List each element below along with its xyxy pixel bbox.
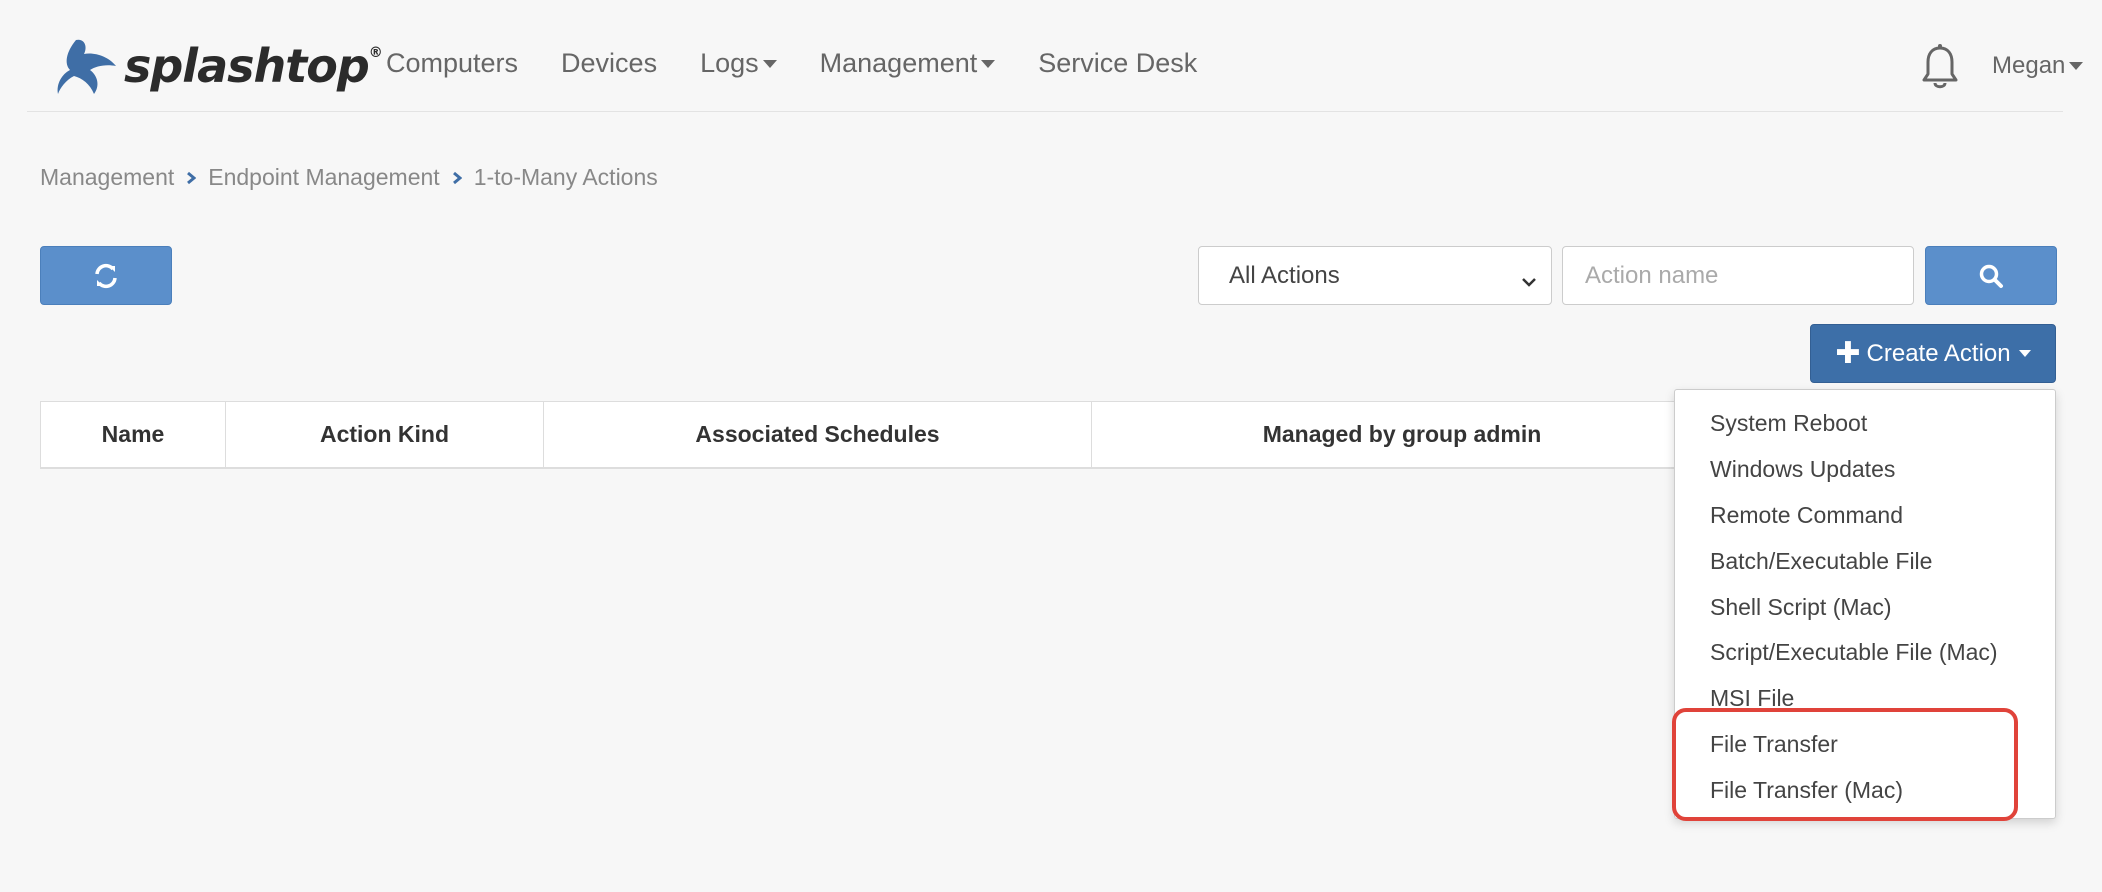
main-nav: Computers Devices Logs Management Servic… [386, 48, 1240, 79]
action-filter-select[interactable]: All Actions [1198, 246, 1552, 305]
nav-item-logs[interactable]: Logs [700, 48, 777, 79]
brand-name: splashtop® [124, 39, 383, 93]
top-navbar: splashtop® Computers Devices Logs Manage… [27, 0, 2084, 112]
menu-item-system-reboot[interactable]: System Reboot [1675, 401, 2055, 447]
create-action-button[interactable]: ✚ Create Action [1810, 324, 2056, 383]
nav-label: Computers [386, 48, 519, 78]
nav-label: Management [819, 48, 978, 78]
user-name: Megan [1992, 52, 2066, 79]
caret-down-icon [762, 59, 777, 68]
breadcrumb-item-endpoint-management[interactable]: Endpoint Management [208, 164, 439, 191]
refresh-icon [95, 263, 117, 288]
search-icon [1979, 264, 2003, 288]
nav-item-computers[interactable]: Computers [386, 48, 518, 79]
nav-label: Logs [700, 48, 759, 78]
menu-item-shell-script-mac[interactable]: Shell Script (Mac) [1675, 584, 2055, 630]
search-button[interactable] [1925, 246, 2057, 305]
notifications-button[interactable] [1921, 44, 1959, 95]
caret-down-icon [2018, 350, 2031, 357]
chevron-down-icon [1521, 267, 1537, 295]
brand-registered-mark: ® [368, 45, 383, 61]
nav-label: Devices [561, 48, 658, 78]
breadcrumb-item-management[interactable]: Management [40, 164, 174, 191]
column-header-managed-by-group-admin[interactable]: Managed by group admin [1092, 402, 1712, 467]
brand-logo[interactable]: splashtop® [54, 36, 383, 96]
action-filter-value: All Actions [1229, 261, 1340, 289]
menu-item-file-transfer-mac[interactable]: File Transfer (Mac) [1675, 767, 2055, 813]
breadcrumb-item-current: 1-to-Many Actions [473, 164, 658, 190]
menu-item-msi-file[interactable]: MSI File [1675, 676, 2055, 722]
menu-item-script-executable-file-mac[interactable]: Script/Executable File (Mac) [1675, 630, 2055, 676]
create-action-menu: System Reboot Windows Updates Remote Com… [1674, 389, 2056, 819]
nav-label: Service Desk [1038, 48, 1198, 78]
splashtop-logo-icon [57, 39, 116, 94]
menu-item-file-transfer[interactable]: File Transfer [1675, 722, 2055, 768]
caret-down-icon [981, 59, 996, 68]
column-header-action-kind[interactable]: Action Kind [226, 402, 544, 467]
nav-item-management[interactable]: Management [820, 48, 996, 79]
column-header-name[interactable]: Name [41, 402, 226, 467]
create-action-label: Create Action [1866, 339, 2011, 367]
menu-item-windows-updates[interactable]: Windows Updates [1675, 447, 2055, 493]
brand-name-text: splashtop [124, 39, 370, 93]
chevron-right-icon [186, 171, 197, 185]
plus-icon: ✚ [1835, 336, 1861, 370]
menu-item-batch-executable-file[interactable]: Batch/Executable File [1675, 538, 2055, 584]
menu-item-remote-command[interactable]: Remote Command [1675, 493, 2055, 539]
bell-icon [1922, 44, 1958, 89]
caret-down-icon [2069, 62, 2084, 70]
nav-item-service-desk[interactable]: Service Desk [1038, 48, 1197, 79]
nav-item-devices[interactable]: Devices [561, 48, 657, 79]
chevron-right-icon [452, 171, 462, 185]
refresh-button[interactable] [40, 246, 172, 305]
user-menu[interactable]: Megan [1992, 52, 2084, 80]
action-name-search-input[interactable] [1562, 246, 1914, 305]
column-header-associated-schedules[interactable]: Associated Schedules [544, 402, 1092, 467]
breadcrumb: Management Endpoint Management 1-to-Many… [40, 164, 658, 191]
